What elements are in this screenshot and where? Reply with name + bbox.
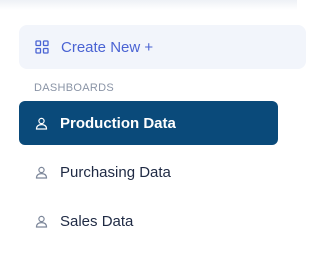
create-new-label: Create New +: [61, 38, 154, 56]
section-header-dashboards: DASHBOARDS: [34, 82, 115, 94]
user-icon: [35, 117, 48, 130]
nav-item-label: Purchasing Data: [60, 163, 171, 181]
top-fade: [0, 0, 297, 10]
grid-icon: [35, 40, 49, 54]
nav-item-purchasing-data[interactable]: Purchasing Data: [19, 150, 278, 194]
nav-item-label: Sales Data: [60, 212, 134, 230]
nav-item-label: Production Data: [60, 114, 176, 132]
sidebar-panel: Create New + DASHBOARDS Production Data …: [0, 0, 306, 256]
user-icon: [35, 215, 48, 228]
nav-item-production-data[interactable]: Production Data: [19, 101, 278, 145]
nav-item-sales-data[interactable]: Sales Data: [19, 199, 278, 243]
user-icon: [35, 166, 48, 179]
create-new-button[interactable]: Create New +: [19, 25, 306, 69]
